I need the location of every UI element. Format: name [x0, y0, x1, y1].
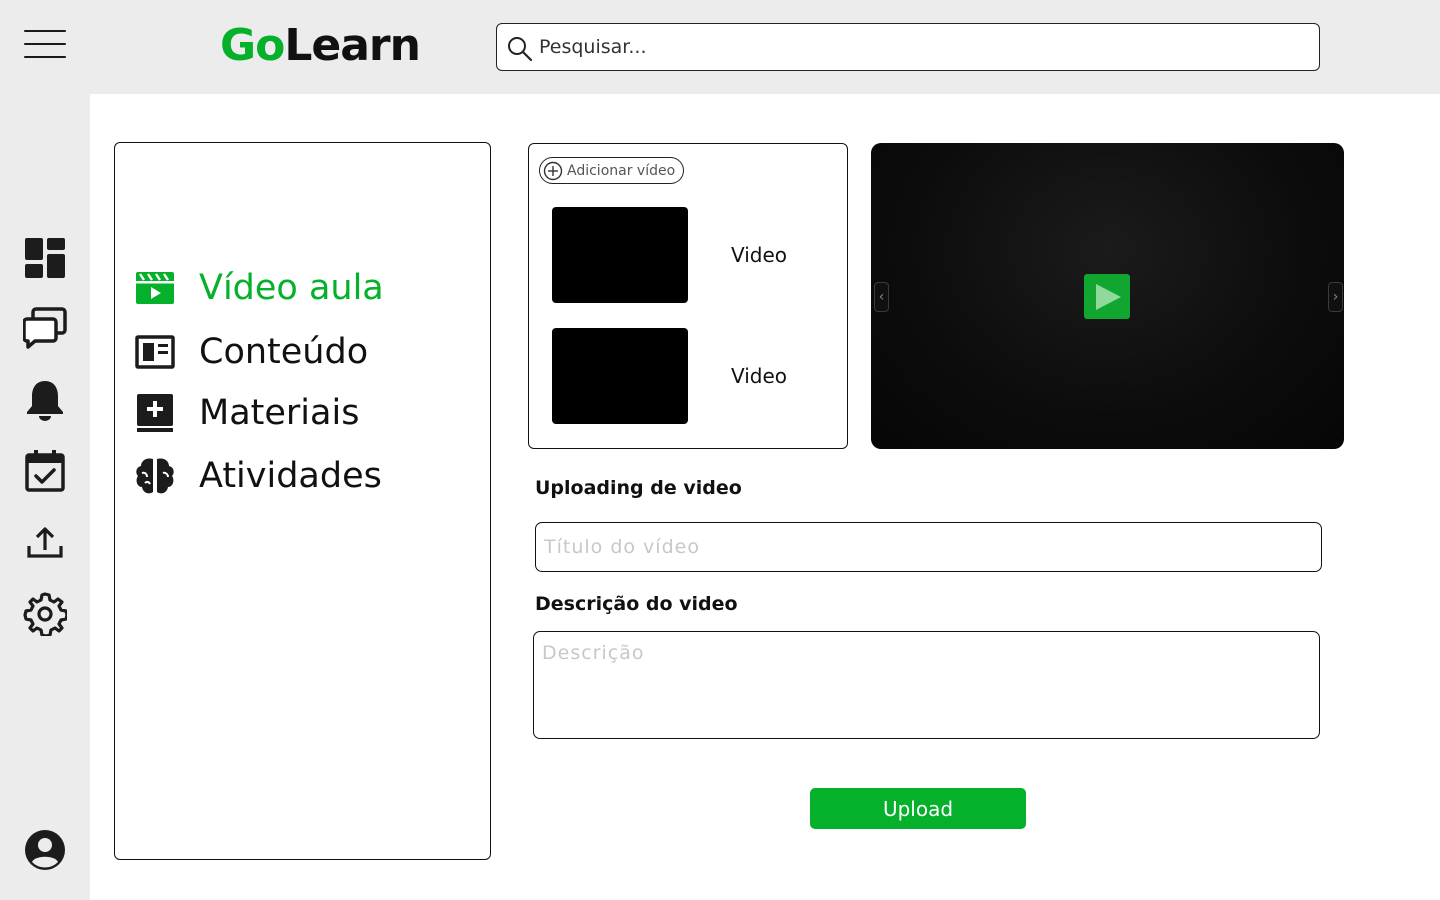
menu-item-label: Materiais: [199, 393, 360, 433]
dashboard-icon[interactable]: [23, 236, 67, 280]
menu-item-label: Conteúdo: [199, 332, 369, 372]
chat-icon[interactable]: [23, 306, 67, 350]
add-video-button[interactable]: Adicionar vídeo: [539, 157, 685, 184]
play-icon: [1096, 283, 1121, 310]
video-thumbnail: [552, 207, 688, 303]
menu-item-label: Vídeo aula: [199, 268, 384, 308]
calendar-check-icon[interactable]: [23, 449, 67, 493]
video-description-textarea[interactable]: [533, 631, 1320, 739]
plus-circle-icon: [543, 161, 563, 180]
article-icon: [133, 330, 177, 374]
account-icon[interactable]: [23, 828, 67, 872]
video-list-item[interactable]: Video: [552, 207, 832, 303]
chevron-left-icon[interactable]: ‹: [874, 282, 889, 312]
video-player[interactable]: ‹ ›: [871, 143, 1344, 449]
upload-heading: Uploading de video: [535, 477, 742, 499]
brain-icon: [133, 454, 177, 498]
top-bar: GoLearn: [0, 0, 1440, 94]
bell-icon[interactable]: [23, 378, 67, 422]
course-menu-panel: Vídeo aula Conteúdo Materiais Atividades: [114, 142, 491, 860]
gear-icon[interactable]: [23, 592, 67, 636]
search-icon: [508, 37, 533, 62]
main-content: Vídeo aula Conteúdo Materiais Atividades…: [90, 94, 1440, 900]
chevron-right-icon[interactable]: ›: [1328, 282, 1343, 312]
icon-sidebar: [0, 94, 90, 900]
hamburger-menu-icon[interactable]: [24, 28, 66, 60]
video-title: Video: [731, 243, 788, 267]
book-add-icon: [133, 391, 177, 435]
menu-item-conteudo[interactable]: Conteúdo: [133, 330, 368, 374]
search-input[interactable]: [539, 32, 1299, 62]
app-logo[interactable]: GoLearn: [220, 20, 421, 71]
play-button[interactable]: [1084, 274, 1130, 319]
logo-learn: Learn: [284, 20, 421, 71]
video-title: Video: [731, 364, 788, 388]
menu-item-materiais[interactable]: Materiais: [133, 391, 359, 435]
add-video-label: Adicionar vídeo: [567, 162, 676, 179]
menu-item-atividades[interactable]: Atividades: [133, 454, 382, 498]
menu-item-label: Atividades: [199, 456, 382, 496]
upload-icon[interactable]: [23, 521, 67, 565]
video-title-input[interactable]: [535, 522, 1322, 572]
video-clapper-icon: [133, 266, 177, 310]
menu-item-video-aula[interactable]: Vídeo aula: [133, 266, 384, 310]
logo-go: Go: [220, 20, 285, 71]
description-heading: Descrição do video: [535, 593, 738, 615]
video-thumbnail: [552, 328, 688, 424]
video-list-item[interactable]: Video: [552, 328, 832, 424]
video-list-panel: Adicionar vídeo Video Video: [528, 143, 848, 449]
upload-button[interactable]: Upload: [810, 788, 1026, 829]
search-bar[interactable]: [496, 23, 1320, 71]
